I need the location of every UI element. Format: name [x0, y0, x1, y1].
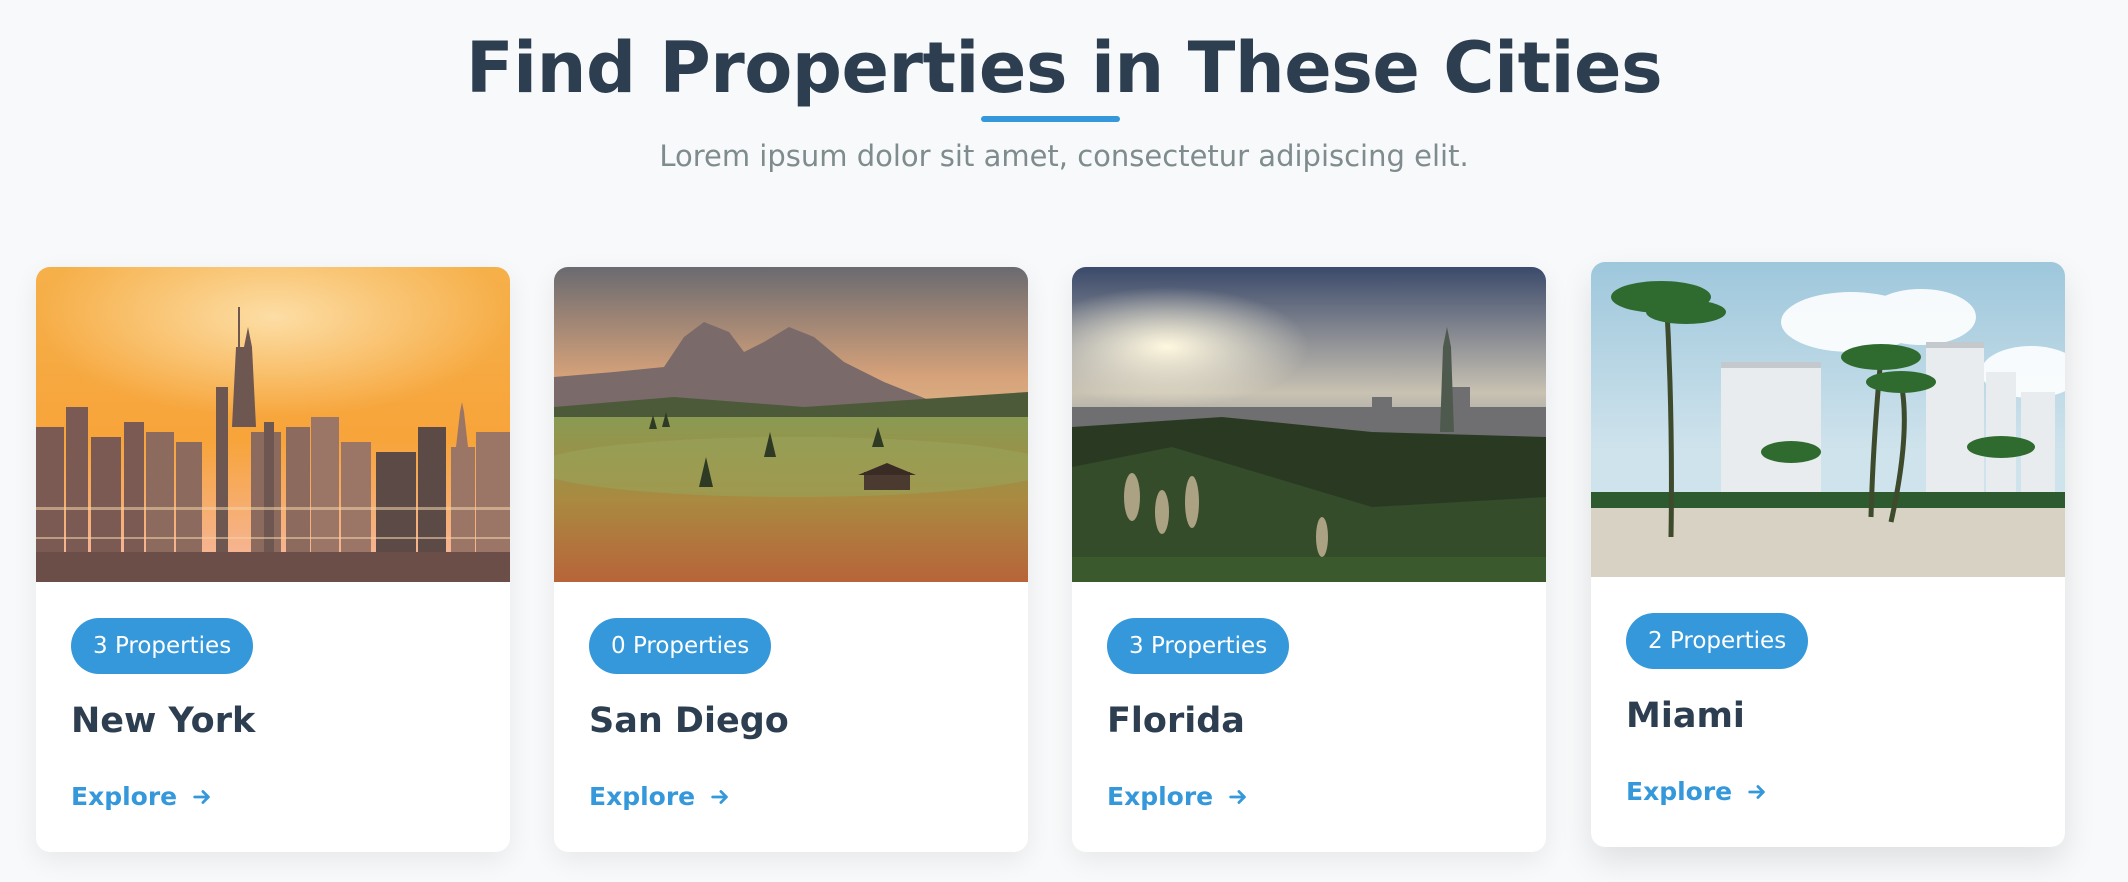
- city-card-miami[interactable]: 2 Properties Miami Explore: [1591, 262, 2065, 847]
- property-count-badge: 0 Properties: [589, 618, 772, 674]
- city-card-san-diego[interactable]: 0 Properties San Diego Explore: [554, 267, 1028, 852]
- property-count-badge: 3 Properties: [1107, 618, 1290, 674]
- explore-label: Explore: [1626, 777, 1733, 806]
- arrow-right-icon: [193, 790, 210, 804]
- city-card-new-york[interactable]: 3 Properties New York Explore: [36, 267, 510, 852]
- city-name[interactable]: Florida: [1107, 699, 1245, 743]
- new-york-image[interactable]: [36, 267, 510, 582]
- explore-link[interactable]: Explore: [589, 781, 731, 813]
- section-subtitle: Lorem ipsum dolor sit amet, consectetur …: [659, 139, 1469, 173]
- arrow-right-icon: [711, 790, 728, 804]
- florida-image[interactable]: [1072, 267, 1546, 582]
- explore-label: Explore: [1107, 782, 1214, 811]
- san-diego-image[interactable]: [554, 267, 1028, 582]
- explore-label: Explore: [589, 782, 696, 811]
- city-name[interactable]: San Diego: [589, 699, 789, 743]
- title-underline: [981, 116, 1120, 122]
- city-name[interactable]: New York: [71, 699, 255, 743]
- explore-link[interactable]: Explore: [1107, 781, 1249, 813]
- city-card-florida[interactable]: 3 Properties Florida Explore: [1072, 267, 1546, 852]
- property-count-badge: 2 Properties: [1626, 613, 1809, 669]
- explore-link[interactable]: Explore: [1626, 776, 1768, 808]
- explore-link[interactable]: Explore: [71, 781, 213, 813]
- miami-image[interactable]: [1591, 262, 2065, 577]
- city-name[interactable]: Miami: [1626, 694, 1745, 738]
- property-count-badge: 3 Properties: [71, 618, 254, 674]
- arrow-right-icon: [1229, 790, 1246, 804]
- section-title: Find Properties in These Cities: [465, 27, 1663, 109]
- cities-section: Find Properties in These Cities Lorem ip…: [0, 0, 2128, 882]
- arrow-right-icon: [1748, 785, 1765, 799]
- explore-label: Explore: [71, 782, 178, 811]
